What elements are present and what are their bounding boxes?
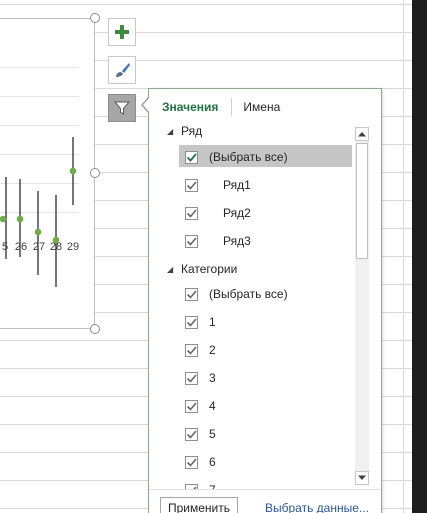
apply-button[interactable]: Применить	[160, 497, 238, 513]
chart-resize-handle-top-right[interactable]	[90, 13, 100, 23]
list-item-series[interactable]: Ряд2	[149, 201, 367, 225]
item-label: 4	[209, 399, 216, 413]
list-item-category[interactable]: 2	[149, 338, 367, 362]
x-tick-label: 5	[2, 241, 8, 253]
checkbox[interactable]	[185, 206, 198, 220]
checkmark-icon	[186, 317, 197, 327]
chart-styles-button[interactable]	[108, 56, 136, 84]
funnel-icon	[114, 101, 130, 115]
checkmark-icon	[186, 208, 197, 218]
item-label: Ряд3	[223, 234, 251, 248]
tab-divider	[231, 98, 233, 116]
footer-divider	[149, 489, 381, 490]
checkmark-icon	[186, 180, 197, 190]
pane-pointer-fill	[143, 97, 150, 113]
item-label: (Выбрать все)	[209, 150, 288, 164]
list-item-category[interactable]: 5	[149, 422, 367, 446]
item-label: 6	[209, 455, 216, 469]
select-data-link[interactable]: Выбрать данные...	[265, 501, 369, 513]
checkbox[interactable]	[185, 150, 198, 164]
checkmark-icon	[186, 236, 197, 246]
checkbox[interactable]	[185, 427, 198, 441]
scroll-down-button[interactable]	[355, 471, 369, 485]
checkbox[interactable]	[185, 371, 198, 385]
chart-elements-button[interactable]	[108, 18, 136, 46]
checkbox[interactable]	[185, 343, 198, 357]
checkmark-icon	[186, 289, 197, 299]
group-label: Ряд	[181, 124, 203, 138]
list-item-category[interactable]: 6	[149, 450, 367, 474]
group-label: Категории	[181, 262, 238, 276]
data-point	[16, 215, 24, 223]
item-label: (Выбрать все)	[209, 287, 288, 301]
item-label: 5	[209, 427, 216, 441]
column-divider	[403, 0, 404, 513]
collapse-arrow-icon[interactable]: ◢	[167, 127, 173, 136]
filter-tabs: Значения Имена	[161, 97, 281, 117]
data-point	[69, 167, 77, 175]
scroll-up-button[interactable]	[355, 127, 369, 141]
item-label: Ряд2	[223, 206, 251, 220]
list-item-series[interactable]: Ряд1	[149, 173, 367, 197]
checkmark-icon	[186, 345, 197, 355]
chart-filter-pane: Значения Имена ◢ Ряд (Выбрать все) Ряд1	[148, 88, 382, 513]
checkbox[interactable]	[185, 234, 198, 248]
item-label: 1	[209, 315, 216, 329]
checkmark-icon	[186, 457, 197, 467]
filter-list: ◢ Ряд (Выбрать все) Ряд1 Ряд2 Ряд3 ◢ Кат…	[149, 119, 367, 489]
item-label: Ряд1	[223, 178, 251, 192]
tab-values[interactable]: Значения	[161, 100, 219, 114]
plus-icon	[115, 25, 129, 39]
scroll-thumb[interactable]	[356, 143, 368, 259]
list-item-series-select-all[interactable]: (Выбрать все)	[149, 145, 367, 169]
arrow-up-icon	[358, 132, 366, 137]
checkmark-icon	[186, 401, 197, 411]
checkbox[interactable]	[185, 287, 198, 301]
list-item-category[interactable]: 1	[149, 310, 367, 334]
x-tick-label: 27	[33, 241, 45, 253]
window-edge	[412, 0, 427, 513]
arrow-down-icon	[358, 475, 366, 480]
list-item-category[interactable]: 3	[149, 366, 367, 390]
data-point	[0, 215, 7, 223]
x-tick-label: 29	[67, 241, 79, 253]
chart-resize-handle-right[interactable]	[90, 168, 100, 178]
checkbox[interactable]	[185, 178, 198, 192]
list-item-series[interactable]: Ряд3	[149, 229, 367, 253]
checkmark-icon	[186, 429, 197, 439]
item-label: 2	[209, 343, 216, 357]
list-item-categories-select-all[interactable]: (Выбрать все)	[149, 282, 367, 306]
checkbox[interactable]	[185, 315, 198, 329]
chart-resize-handle-bottom-right[interactable]	[90, 324, 100, 334]
checkmark-icon	[186, 152, 197, 162]
collapse-arrow-icon[interactable]: ◢	[167, 265, 173, 274]
item-label: 3	[209, 371, 216, 385]
data-point	[34, 228, 42, 236]
paintbrush-icon	[116, 63, 130, 77]
list-item-category[interactable]: 4	[149, 394, 367, 418]
checkmark-icon	[186, 373, 197, 383]
group-header-series[interactable]: ◢ Ряд	[149, 119, 367, 143]
chart-area[interactable]: 5 26 27 28 29	[0, 18, 95, 329]
list-item-category[interactable]: 7	[149, 478, 367, 489]
chart-filters-button[interactable]	[108, 94, 136, 122]
list-scrollbar[interactable]	[355, 127, 369, 485]
checkbox[interactable]	[185, 399, 198, 413]
x-tick-label: 26	[15, 241, 27, 253]
tab-names[interactable]: Имена	[242, 100, 281, 114]
group-header-categories[interactable]: ◢ Категории	[149, 257, 367, 281]
chart-plot: 5 26 27 28 29	[0, 137, 79, 287]
x-tick-label: 28	[50, 241, 62, 253]
checkbox[interactable]	[185, 455, 198, 469]
